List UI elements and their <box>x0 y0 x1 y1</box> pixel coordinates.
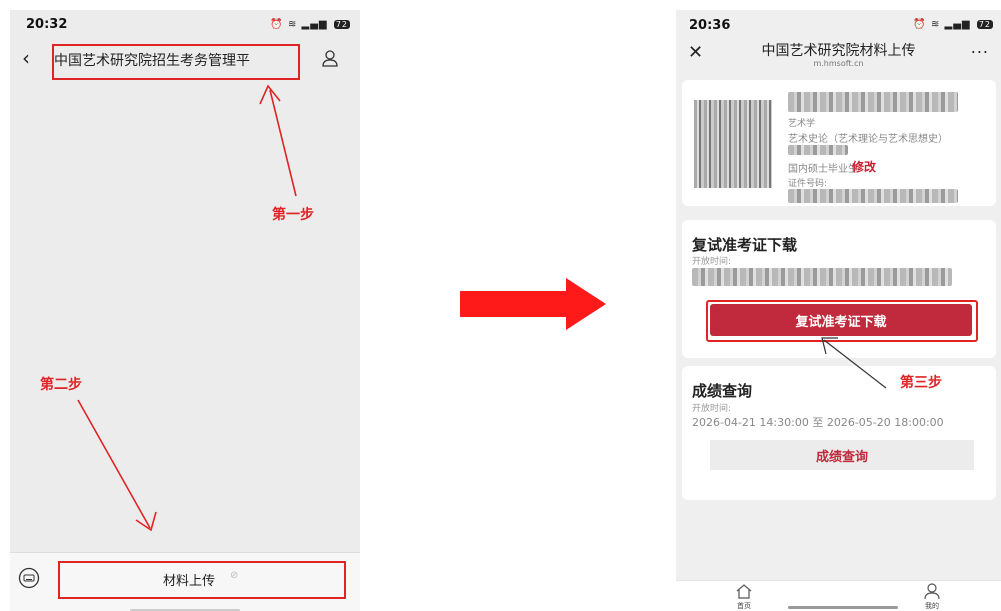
right-arrow-icon <box>460 278 606 330</box>
right-annotation-arrow <box>821 337 887 389</box>
step1-arrow-line <box>269 89 297 197</box>
step3-arrow-line <box>823 339 887 389</box>
step2-label: 第二步 <box>40 377 82 393</box>
step1-arrow-head <box>259 84 281 105</box>
step1-label: 第一步 <box>272 207 314 223</box>
left-annotation-arrows <box>77 84 297 532</box>
step2-arrow-line <box>77 399 151 529</box>
step3-label: 第三步 <box>900 375 942 391</box>
